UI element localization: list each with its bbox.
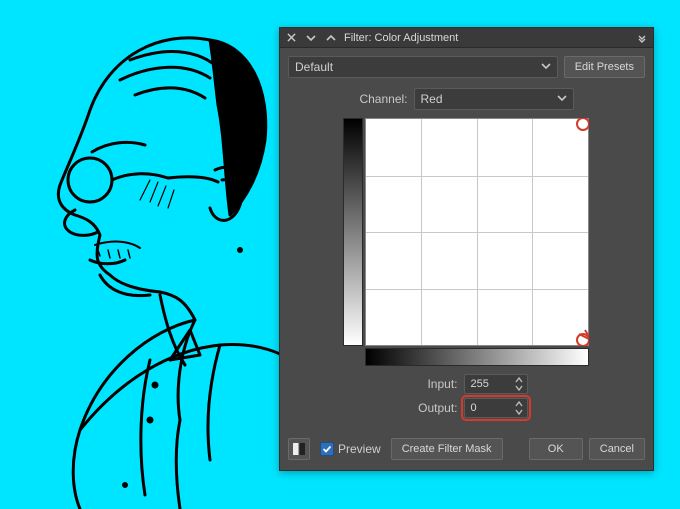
- vertical-gradient: [343, 118, 363, 346]
- input-step-up[interactable]: [513, 376, 525, 384]
- color-adjustment-panel: Filter: Color Adjustment Default Edit Pr…: [279, 27, 654, 471]
- output-field[interactable]: 0: [464, 398, 528, 418]
- input-step-down[interactable]: [513, 384, 525, 392]
- curve-grid[interactable]: [365, 118, 589, 346]
- cancel-button[interactable]: Cancel: [589, 438, 645, 460]
- output-step-up[interactable]: [513, 400, 525, 408]
- ok-button[interactable]: OK: [529, 438, 583, 460]
- compare-icon[interactable]: [288, 438, 310, 460]
- input-label: Input:: [406, 377, 458, 391]
- channel-label: Channel:: [359, 92, 407, 106]
- channel-select[interactable]: Red: [414, 88, 574, 110]
- preset-select[interactable]: Default: [288, 56, 558, 78]
- preset-value: Default: [295, 60, 333, 74]
- output-label: Output:: [406, 401, 458, 415]
- edit-presets-button[interactable]: Edit Presets: [564, 56, 645, 78]
- chevron-down-icon: [541, 60, 551, 74]
- chevron-down-icon: [557, 92, 567, 106]
- create-filter-mask-button[interactable]: Create Filter Mask: [391, 438, 503, 460]
- preview-checkbox[interactable]: [320, 442, 334, 456]
- panel-body: Default Edit Presets Channel: Red: [280, 48, 653, 428]
- panel-footer: Preview Create Filter Mask OK Cancel: [280, 428, 653, 470]
- panel-title: Filter: Color Adjustment: [344, 32, 629, 44]
- channel-value: Red: [421, 92, 443, 106]
- horizontal-gradient: [365, 348, 589, 366]
- close-icon[interactable]: [284, 31, 298, 45]
- panel-titlebar[interactable]: Filter: Color Adjustment: [280, 28, 653, 48]
- chevron-up-icon[interactable]: [324, 31, 338, 45]
- chevron-down-icon[interactable]: [304, 31, 318, 45]
- preview-label: Preview: [338, 442, 381, 456]
- collapse-icon[interactable]: [635, 31, 649, 45]
- output-step-down[interactable]: [513, 408, 525, 416]
- curve-editor[interactable]: [343, 118, 591, 366]
- input-field[interactable]: 255: [464, 374, 528, 394]
- preview-toggle[interactable]: Preview: [316, 442, 385, 456]
